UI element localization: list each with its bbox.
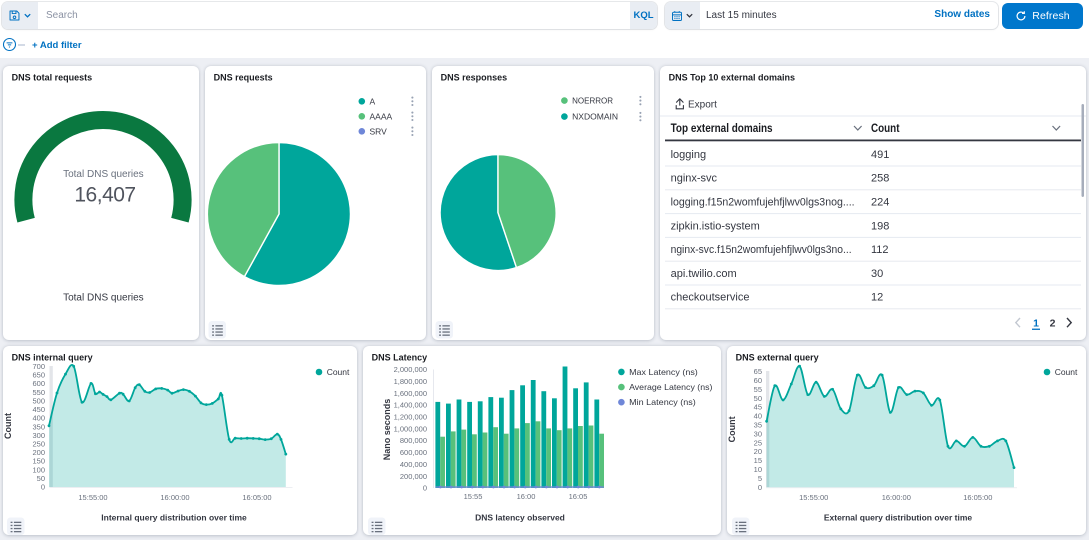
svg-text:AAAA: AAAA bbox=[370, 111, 393, 121]
svg-text:1,800,000: 1,800,000 bbox=[394, 377, 427, 386]
svg-text:0: 0 bbox=[758, 483, 762, 492]
svg-text:Count: Count bbox=[871, 123, 900, 135]
svg-text:16:05:00: 16:05:00 bbox=[242, 493, 271, 502]
svg-text:491: 491 bbox=[871, 149, 889, 161]
svg-text:nginx-svc.f15n2womfujehfjlwv0l: nginx-svc.f15n2womfujehfjlwv0lgs3no... bbox=[671, 244, 852, 256]
svg-text:Average Latency (ns): Average Latency (ns) bbox=[629, 382, 712, 392]
svg-text:112: 112 bbox=[871, 244, 889, 256]
svg-text:50: 50 bbox=[754, 394, 762, 403]
svg-text:16:00: 16:00 bbox=[517, 492, 536, 501]
svg-text:16:00:00: 16:00:00 bbox=[882, 493, 911, 502]
svg-text:NOERROR: NOERROR bbox=[572, 96, 613, 106]
svg-text:logging.f15n2womfujehfjlwv0lgs: logging.f15n2womfujehfjlwv0lgs3nog.... bbox=[671, 197, 855, 209]
svg-text:400: 400 bbox=[32, 414, 45, 423]
svg-text:650: 650 bbox=[32, 371, 45, 380]
svg-text:Count: Count bbox=[327, 367, 350, 377]
svg-text:16:05: 16:05 bbox=[569, 492, 588, 501]
svg-text:198: 198 bbox=[871, 220, 889, 232]
svg-text:DNS internal query: DNS internal query bbox=[12, 352, 93, 362]
svg-text:15:55:00: 15:55:00 bbox=[78, 493, 107, 502]
svg-text:DNS external query: DNS external query bbox=[736, 352, 819, 362]
svg-text:DNS Top 10 external domains: DNS Top 10 external domains bbox=[669, 72, 795, 82]
svg-text:1: 1 bbox=[1033, 317, 1039, 329]
svg-text:A: A bbox=[370, 96, 376, 106]
svg-text:1,000,000: 1,000,000 bbox=[394, 424, 427, 433]
svg-text:NXDOMAIN: NXDOMAIN bbox=[572, 112, 618, 122]
svg-text:Total DNS queries: Total DNS queries bbox=[63, 169, 144, 180]
svg-text:55: 55 bbox=[754, 385, 762, 394]
svg-text:45: 45 bbox=[754, 403, 762, 412]
svg-text:DNS latency observed: DNS latency observed bbox=[475, 513, 565, 523]
svg-text:DNS total requests: DNS total requests bbox=[12, 72, 93, 82]
svg-text:200,000: 200,000 bbox=[400, 472, 427, 481]
svg-text:External query distribution ov: External query distribution over time bbox=[824, 513, 973, 523]
svg-text:1,400,000: 1,400,000 bbox=[394, 401, 427, 410]
svg-text:25: 25 bbox=[754, 438, 762, 447]
svg-text:Count: Count bbox=[3, 413, 13, 439]
svg-text:5: 5 bbox=[758, 474, 762, 483]
svg-text:Export: Export bbox=[688, 100, 717, 111]
svg-text:224: 224 bbox=[871, 197, 889, 209]
svg-text:15:55: 15:55 bbox=[464, 492, 483, 501]
svg-text:65: 65 bbox=[754, 367, 762, 376]
svg-text:1,600,000: 1,600,000 bbox=[394, 389, 427, 398]
svg-text:0: 0 bbox=[41, 483, 45, 492]
svg-text:SRV: SRV bbox=[370, 126, 388, 136]
svg-text:40: 40 bbox=[754, 412, 762, 421]
svg-text:400,000: 400,000 bbox=[400, 460, 427, 469]
svg-text:150: 150 bbox=[32, 457, 45, 466]
svg-text:15: 15 bbox=[754, 456, 762, 465]
svg-text:Min Latency (ns): Min Latency (ns) bbox=[629, 397, 696, 407]
svg-text:30: 30 bbox=[754, 429, 762, 438]
svg-text:35: 35 bbox=[754, 421, 762, 430]
svg-text:258: 258 bbox=[871, 173, 889, 185]
svg-text:Nano seconds: Nano seconds bbox=[382, 399, 392, 461]
svg-text:12: 12 bbox=[871, 292, 883, 304]
svg-text:DNS responses: DNS responses bbox=[441, 72, 508, 82]
svg-text:800,000: 800,000 bbox=[400, 436, 427, 445]
svg-text:Top external domains: Top external domains bbox=[671, 123, 773, 135]
svg-text:Internal query distribution ov: Internal query distribution over time bbox=[101, 513, 247, 523]
svg-text:15:55:00: 15:55:00 bbox=[799, 493, 828, 502]
svg-text:600,000: 600,000 bbox=[400, 448, 427, 457]
svg-text:Total DNS queries: Total DNS queries bbox=[63, 293, 144, 304]
svg-text:2,000,000: 2,000,000 bbox=[394, 365, 427, 374]
svg-text:10: 10 bbox=[754, 465, 762, 474]
svg-text:checkoutservice: checkoutservice bbox=[671, 292, 750, 304]
svg-text:16:05:00: 16:05:00 bbox=[963, 493, 992, 502]
svg-text:1,200,000: 1,200,000 bbox=[394, 413, 427, 422]
svg-text:zipkin.istio-system: zipkin.istio-system bbox=[671, 220, 760, 232]
svg-text:DNS requests: DNS requests bbox=[214, 72, 273, 82]
svg-text:16:00:00: 16:00:00 bbox=[160, 493, 189, 502]
svg-text:30: 30 bbox=[871, 268, 883, 280]
svg-text:2: 2 bbox=[1050, 317, 1056, 329]
svg-text:nginx-svc: nginx-svc bbox=[671, 173, 718, 185]
svg-text:DNS Latency: DNS Latency bbox=[372, 352, 428, 362]
svg-text:logging: logging bbox=[671, 149, 706, 161]
svg-text:Count: Count bbox=[727, 416, 737, 442]
svg-text:20: 20 bbox=[754, 447, 762, 456]
svg-text:api.twilio.com: api.twilio.com bbox=[671, 268, 737, 280]
svg-text:0: 0 bbox=[423, 484, 427, 493]
svg-text:Max Latency (ns): Max Latency (ns) bbox=[629, 367, 698, 377]
svg-text:Count: Count bbox=[1055, 367, 1078, 377]
svg-text:60: 60 bbox=[754, 376, 762, 385]
svg-text:16,407: 16,407 bbox=[74, 184, 135, 207]
